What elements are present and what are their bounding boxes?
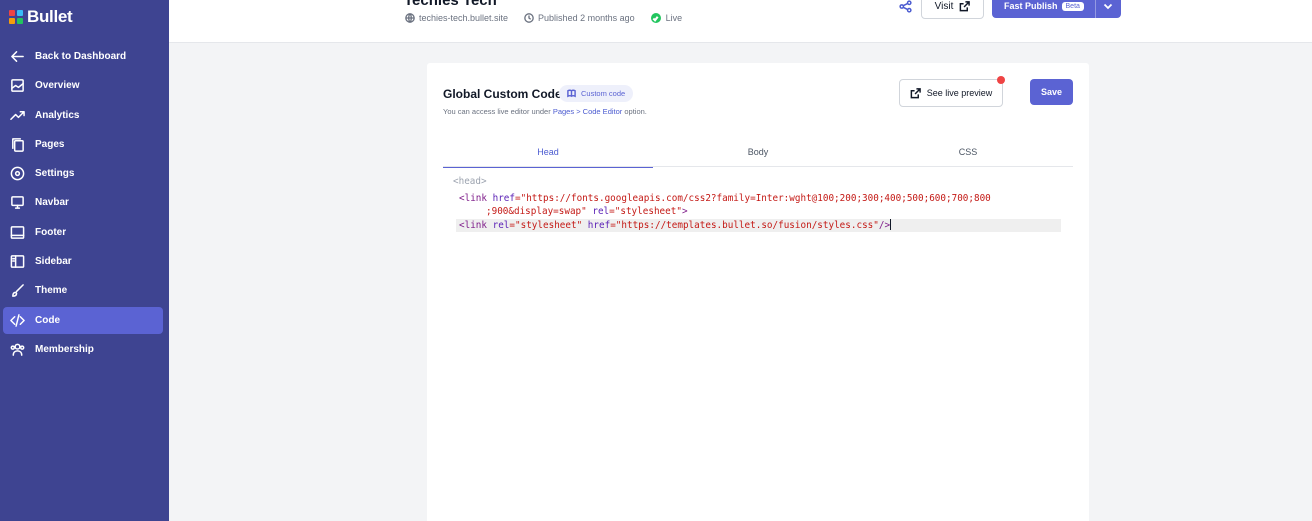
fast-publish-button[interactable]: Fast Publish Beta — [992, 0, 1121, 18]
sidebar-item-pages[interactable]: Pages — [3, 131, 163, 158]
code-tabs: Head Body CSS — [443, 136, 1073, 168]
save-button[interactable]: Save — [1030, 79, 1073, 105]
text-cursor — [890, 218, 892, 230]
sidebar-item-label: Theme — [35, 285, 68, 297]
sidebar-item-back-to-dashboard[interactable]: Back to Dashboard — [3, 43, 163, 70]
navbar-icon — [9, 195, 25, 211]
sidebar-item-overview[interactable]: Overview — [3, 72, 163, 99]
chevron-down-icon[interactable] — [1102, 0, 1114, 11]
sidebar-item-label: Footer — [35, 226, 67, 238]
users-icon — [9, 341, 25, 357]
sidebar-item-navbar[interactable]: Navbar — [3, 189, 163, 216]
custom-code-card: Global Custom Code Custom code You can a… — [427, 63, 1089, 521]
site-title: Techies Tech — [404, 0, 497, 9]
clock-icon — [524, 13, 534, 23]
sidebar-item-sidebar[interactable]: Sidebar — [3, 248, 163, 275]
site-meta: techies-tech.bullet.site Published 2 mon… — [405, 13, 698, 23]
sidebar-item-settings[interactable]: Settings — [3, 160, 163, 187]
sidebar-item-label: Pages — [35, 138, 65, 150]
settings-icon — [9, 166, 25, 182]
sidebar-item-label: Back to Dashboard — [35, 51, 127, 62]
globe-icon — [405, 13, 415, 23]
trend-icon — [9, 107, 25, 123]
external-link-icon — [960, 1, 971, 12]
logo-icon — [9, 10, 23, 24]
sidebar-item-footer[interactable]: Footer — [3, 219, 163, 246]
card-title: Global Custom Code — [443, 87, 562, 101]
visit-button[interactable]: Visit — [921, 0, 984, 19]
brand-logo[interactable]: Bullet — [9, 7, 73, 27]
sidebar-item-label: Sidebar — [35, 256, 72, 268]
see-live-preview-button[interactable]: See live preview — [899, 79, 1003, 107]
notification-dot — [997, 76, 1005, 84]
site-domain[interactable]: techies-tech.bullet.site — [405, 13, 508, 23]
code-editor[interactable]: <head> <link href="https://fonts.googlea… — [443, 175, 1073, 232]
sidebar-item-membership[interactable]: Membership — [3, 336, 163, 363]
status-badge: Live — [650, 13, 682, 23]
image-icon — [9, 78, 25, 94]
code-editor-link[interactable]: Code Editor — [583, 107, 623, 116]
pages-link[interactable]: Pages — [553, 107, 574, 116]
sidebar-nav: Back to Dashboard Overview Analytics Pag… — [3, 43, 163, 365]
arrow-left-icon — [9, 49, 25, 65]
code-placeholder: <head> — [453, 176, 487, 187]
tab-css[interactable]: CSS — [863, 136, 1073, 167]
sidebar-item-label: Code — [35, 314, 60, 326]
sidebar-item-label: Analytics — [35, 109, 80, 121]
code-line-2: <link rel="stylesheet" href="https://tem… — [456, 218, 1061, 232]
share-icon[interactable] — [899, 0, 915, 14]
card-subtitle: You can access live editor under Pages >… — [443, 107, 647, 116]
top-header: Techies Tech techies-tech.bullet.site Pu… — [169, 0, 1312, 43]
custom-code-tag[interactable]: Custom code — [559, 85, 634, 102]
sidebar-item-code[interactable]: Code — [3, 306, 163, 334]
beta-badge: Beta — [1061, 1, 1084, 11]
sidebar-item-analytics[interactable]: Analytics — [3, 102, 163, 129]
footer-icon — [9, 224, 25, 240]
tab-body[interactable]: Body — [653, 136, 863, 167]
book-icon — [567, 89, 576, 98]
published-time: Published 2 months ago — [524, 13, 635, 23]
sidebar-item-label: Overview — [35, 80, 80, 92]
sidebar-item-label: Membership — [35, 343, 94, 355]
code-line-1: <link href="https://fonts.googleapis.com… — [459, 192, 991, 204]
brand-name: Bullet — [27, 7, 73, 26]
sidebar-item-theme[interactable]: Theme — [3, 277, 163, 304]
sidebar-item-label: Navbar — [35, 197, 69, 209]
sidebar: Bullet Back to Dashboard Overview Analyt… — [0, 0, 169, 521]
fast-publish-label: Fast Publish — [1004, 1, 1058, 11]
visit-label: Visit — [934, 1, 954, 12]
sidebar-item-label: Settings — [35, 168, 75, 180]
tab-head[interactable]: Head — [443, 136, 653, 168]
pages-icon — [9, 136, 25, 152]
code-icon — [9, 312, 25, 328]
brush-icon — [9, 283, 25, 299]
external-link-icon — [910, 87, 921, 98]
button-divider — [1095, 0, 1096, 18]
sidebar-icon — [9, 254, 25, 270]
code-line-1-wrap: ;900&display=swap" rel="stylesheet"> — [486, 206, 688, 217]
check-icon — [650, 13, 661, 23]
